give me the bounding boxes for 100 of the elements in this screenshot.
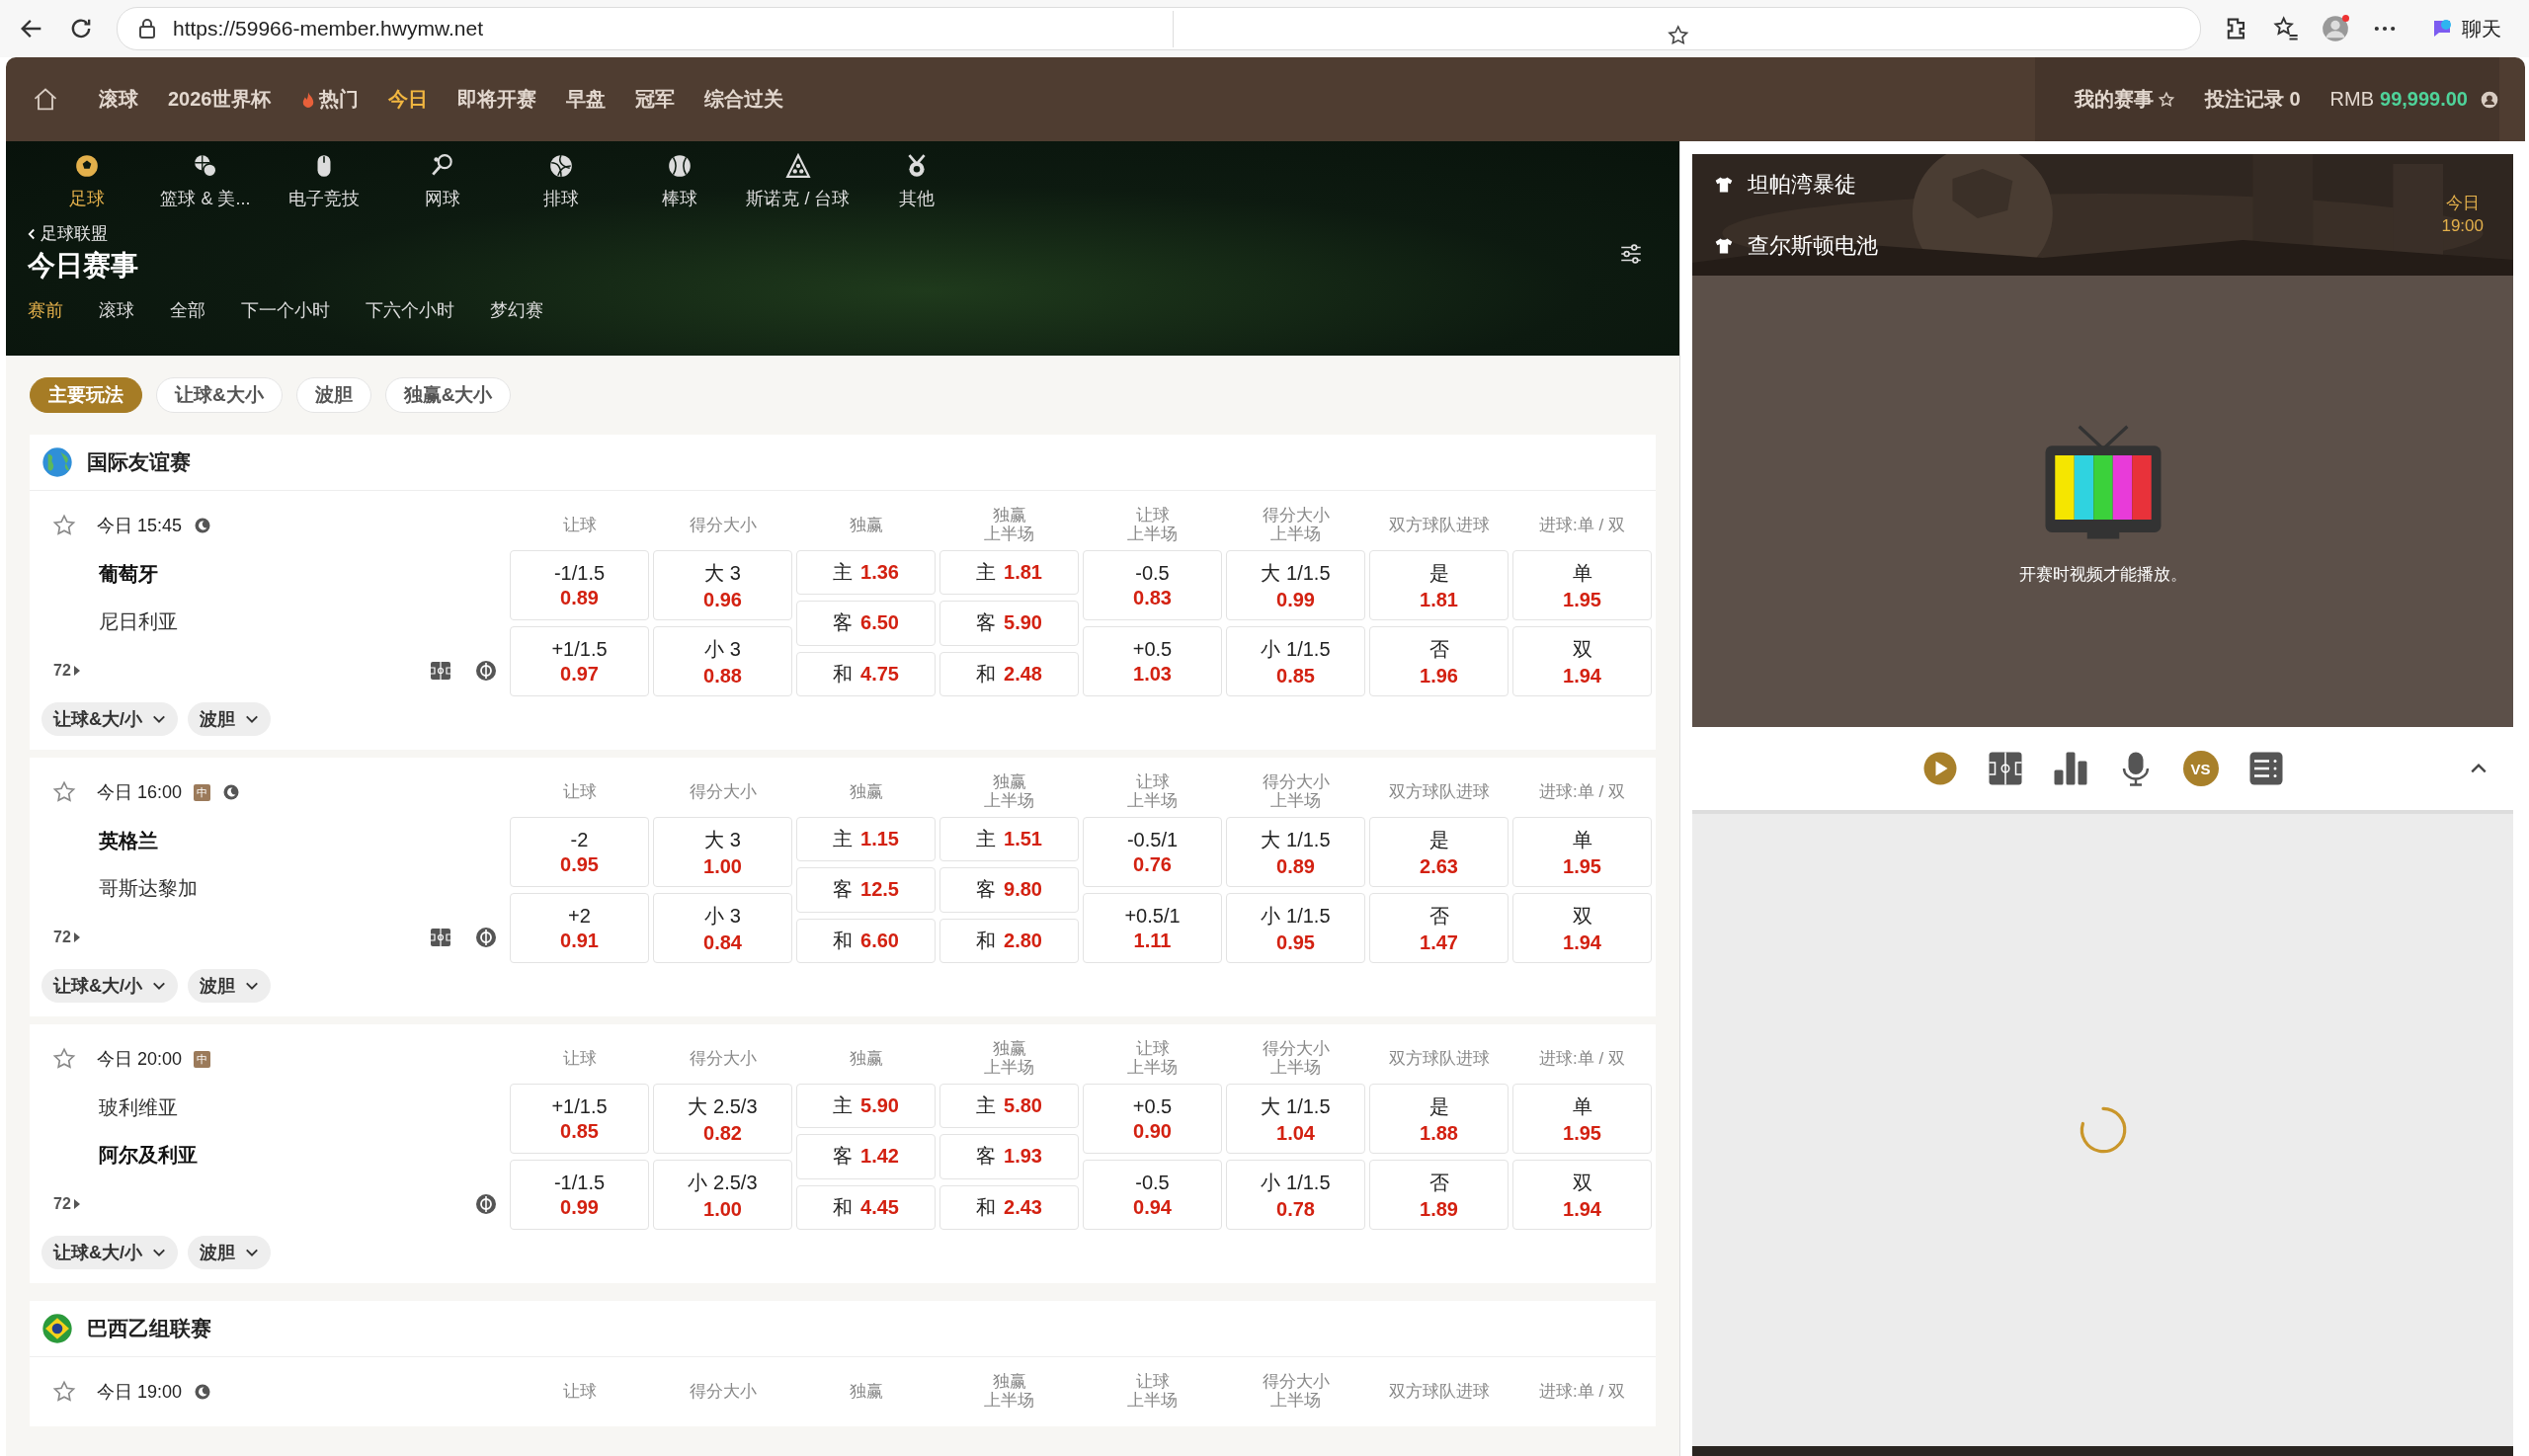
user-icon[interactable]: [2480, 89, 2499, 110]
favorites-icon[interactable]: [2272, 15, 2300, 42]
odds-button[interactable]: 是 1.88: [1369, 1084, 1509, 1154]
odds-button[interactable]: 小 1/1.5 0.78: [1226, 1160, 1365, 1230]
nav-tab[interactable]: 冠军: [634, 86, 675, 113]
odds-button[interactable]: 主 1.36: [796, 550, 936, 596]
market-dropdown[interactable]: 让球&大/小: [41, 969, 178, 1003]
sport-tab[interactable]: 电子竞技: [265, 153, 383, 210]
market-dropdown[interactable]: 让球&大/小: [41, 702, 178, 736]
market-dropdown[interactable]: 让球&大/小: [41, 1236, 178, 1269]
odds-button[interactable]: 客 12.5: [796, 867, 936, 913]
time-filter-tab[interactable]: 梦幻赛: [490, 298, 543, 322]
odds-button[interactable]: 否 1.47: [1369, 893, 1509, 963]
nav-tab[interactable]: 即将开赛: [456, 86, 536, 113]
sport-tab[interactable]: 排球: [502, 153, 620, 210]
odds-button[interactable]: 客 6.50: [796, 601, 936, 646]
more-markets-link[interactable]: 72: [53, 1195, 80, 1213]
odds-button[interactable]: 大 1/1.5 0.99: [1226, 550, 1365, 620]
nav-tab[interactable]: 2026世界杯: [168, 86, 272, 113]
address-bar[interactable]: https://59966-member.hwymw.net: [117, 7, 2201, 50]
sport-tab[interactable]: 其他: [857, 153, 976, 210]
odds-button[interactable]: -0.5 0.94: [1083, 1160, 1222, 1230]
pitch-icon[interactable]: [429, 659, 452, 683]
odds-button[interactable]: 小 1/1.5 0.95: [1226, 893, 1365, 963]
odds-button[interactable]: +0.5 0.90: [1083, 1084, 1222, 1154]
odds-button[interactable]: -0.5/1 0.76: [1083, 817, 1222, 887]
odds-button[interactable]: 和 4.45: [796, 1184, 936, 1230]
nav-tab[interactable]: 今日: [387, 86, 428, 113]
market-tab[interactable]: 独赢&大小: [384, 377, 512, 413]
odds-button[interactable]: -0.5 0.83: [1083, 550, 1222, 620]
time-filter-tab[interactable]: 滚球: [99, 298, 134, 322]
coin-icon[interactable]: [474, 659, 498, 683]
odds-button[interactable]: 和 2.80: [939, 918, 1079, 963]
odds-button[interactable]: +0.5 1.03: [1083, 626, 1222, 696]
market-tab[interactable]: 波胆: [295, 377, 371, 413]
time-filter-tab[interactable]: 下六个小时: [366, 298, 454, 322]
odds-button[interactable]: 大 1/1.5 0.89: [1226, 817, 1365, 887]
market-dropdown[interactable]: 波胆: [188, 702, 271, 736]
odds-button[interactable]: 大 3 0.96: [653, 550, 792, 620]
nav-tab[interactable]: 滚球: [99, 86, 138, 113]
odds-button[interactable]: 主 1.15: [796, 817, 936, 862]
odds-button[interactable]: 大 2.5/3 0.82: [653, 1084, 792, 1154]
odds-button[interactable]: 大 1/1.5 1.04: [1226, 1084, 1365, 1154]
odds-button[interactable]: 是 1.81: [1369, 550, 1509, 620]
odds-button[interactable]: -1/1.5 0.99: [510, 1160, 649, 1230]
sport-tab[interactable]: 网球: [383, 153, 502, 210]
odds-button[interactable]: 大 3 1.00: [653, 817, 792, 887]
pitch-icon[interactable]: [429, 926, 452, 949]
odds-button[interactable]: 否 1.96: [1369, 626, 1509, 696]
odds-button[interactable]: 小 2.5/3 1.00: [653, 1160, 792, 1230]
odds-button[interactable]: +2 0.91: [510, 893, 649, 963]
market-tab[interactable]: 让球&大小: [156, 377, 283, 413]
collapse-icon[interactable]: [2470, 763, 2488, 774]
odds-button[interactable]: 双 1.94: [1512, 893, 1652, 963]
odds-button[interactable]: 主 1.51: [939, 817, 1079, 862]
odds-button[interactable]: 和 6.60: [796, 918, 936, 963]
time-filter-tab[interactable]: 赛前: [28, 298, 63, 322]
market-dropdown[interactable]: 波胆: [188, 1236, 271, 1269]
market-tab[interactable]: 主要玩法: [30, 377, 142, 413]
sport-tab[interactable]: 足球: [28, 153, 146, 210]
odds-button[interactable]: 小 1/1.5 0.85: [1226, 626, 1365, 696]
odds-button[interactable]: 主 1.81: [939, 550, 1079, 596]
odds-button[interactable]: 和 2.43: [939, 1184, 1079, 1230]
odds-button[interactable]: +1/1.5 0.85: [510, 1084, 649, 1154]
nav-tab[interactable]: 综合过关: [703, 86, 783, 113]
odds-button[interactable]: 客 1.93: [939, 1134, 1079, 1179]
odds-button[interactable]: 单 1.95: [1512, 1084, 1652, 1154]
odds-button[interactable]: 客 9.80: [939, 867, 1079, 913]
coin-icon[interactable]: [474, 1192, 498, 1216]
play-icon[interactable]: [1921, 751, 1958, 786]
coin-icon[interactable]: [474, 926, 498, 949]
time-filter-tab[interactable]: 下一个小时: [241, 298, 330, 322]
odds-button[interactable]: 主 5.90: [796, 1084, 936, 1129]
odds-button[interactable]: 和 4.75: [796, 651, 936, 696]
more-markets-link[interactable]: 72: [53, 662, 80, 680]
my-events-link[interactable]: 我的赛事: [2074, 86, 2175, 113]
time-filter-tab[interactable]: 全部: [170, 298, 205, 322]
pitch-icon[interactable]: [1987, 751, 2023, 786]
odds-button[interactable]: 小 3 0.88: [653, 626, 792, 696]
odds-button[interactable]: 单 1.95: [1512, 817, 1652, 887]
more-markets-link[interactable]: 72: [53, 929, 80, 946]
odds-button[interactable]: 单 1.95: [1512, 550, 1652, 620]
odds-button[interactable]: -2 0.95: [510, 817, 649, 887]
odds-button[interactable]: 是 2.63: [1369, 817, 1509, 887]
bet-record-link[interactable]: 投注记录 0: [2204, 86, 2301, 113]
nav-tab[interactable]: 早盘: [565, 86, 606, 113]
chat-button[interactable]: 聊天: [2420, 9, 2511, 48]
sport-tab[interactable]: 棒球: [620, 153, 739, 210]
odds-button[interactable]: +0.5/1 1.11: [1083, 893, 1222, 963]
back-link[interactable]: 足球联盟: [28, 222, 138, 245]
odds-button[interactable]: 双 1.94: [1512, 626, 1652, 696]
bar-chart-icon[interactable]: [2052, 751, 2088, 786]
odds-button[interactable]: 小 3 0.84: [653, 893, 792, 963]
sport-tab[interactable]: 斯诺克 / 台球: [739, 153, 857, 210]
odds-button[interactable]: 双 1.94: [1512, 1160, 1652, 1230]
odds-button[interactable]: -1/1.5 0.89: [510, 550, 649, 620]
nav-tab[interactable]: 热门: [300, 86, 359, 113]
versus-button[interactable]: VS: [2182, 751, 2219, 786]
avatar-icon[interactable]: [2322, 15, 2349, 42]
list-icon[interactable]: [2247, 751, 2284, 786]
